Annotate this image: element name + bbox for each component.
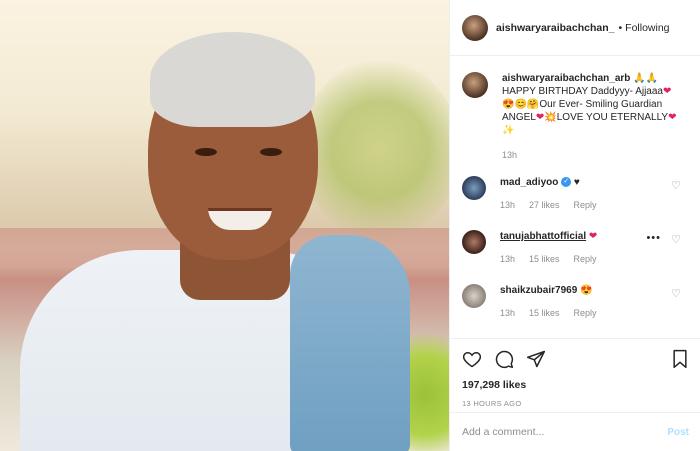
sparkles-emoji: ✨ xyxy=(502,125,515,136)
eye-right xyxy=(260,148,282,156)
avatar[interactable] xyxy=(462,230,486,254)
likes-count[interactable]: 197,298 likes xyxy=(462,379,689,391)
heart-emoji: ❤ xyxy=(668,112,677,123)
like-comment-icon[interactable]: ♡ xyxy=(671,179,681,192)
comment-username[interactable]: tanujabhattofficial xyxy=(500,231,586,242)
comment-input[interactable] xyxy=(462,426,668,438)
comment-likes[interactable]: 15 likes xyxy=(529,253,560,266)
caption-text-4: LOVE YOU ETERNALLY xyxy=(556,112,669,123)
comment: mad_adiyoo ✓ ♥ 13h 27 likes Reply ♡ xyxy=(450,176,700,212)
eye-left xyxy=(195,148,217,156)
avatar[interactable] xyxy=(462,14,488,41)
share-icon[interactable] xyxy=(526,349,546,369)
more-options-icon[interactable]: ••• xyxy=(646,232,661,244)
reply-button[interactable]: Reply xyxy=(574,253,597,266)
caption-text-3: ANGEL xyxy=(502,112,536,123)
folded-hands-emoji: 🙏🙏 xyxy=(633,73,659,84)
avatar[interactable] xyxy=(462,176,486,200)
header-username[interactable]: aishwaryaraibachchan_ xyxy=(496,22,614,34)
post-header: aishwaryaraibachchan_ • Following xyxy=(450,0,700,56)
caption-text: HAPPY BIRTHDAY Daddyyy- Ajjaaa xyxy=(502,86,663,97)
comment-text: ♥ xyxy=(573,177,580,188)
comment-likes[interactable]: 15 likes xyxy=(529,307,560,320)
reply-button[interactable]: Reply xyxy=(574,307,597,320)
comment: tanujabhattofficial ❤ 13h 15 likes Reply •… xyxy=(450,230,700,266)
post-timestamp: 13 HOURS AGO xyxy=(462,399,522,408)
smile-emoji: 😍😊🤗 xyxy=(502,99,540,110)
comment-likes[interactable]: 27 likes xyxy=(529,199,560,212)
verified-icon: ✓ xyxy=(561,177,572,188)
post-actions: 197,298 likes 13 HOURS AGO xyxy=(450,338,700,408)
caption-time: 13h xyxy=(502,150,518,160)
add-comment-bar: Post xyxy=(450,412,700,451)
comment-username[interactable]: mad_adiyoo xyxy=(500,177,558,188)
comment-username[interactable]: shaikzubair7969 xyxy=(500,285,577,296)
background-foliage xyxy=(300,60,449,240)
comments-list[interactable]: aishwaryaraibachchan_arb 🙏🙏 HAPPY BIRTHD… xyxy=(450,57,700,337)
post-button[interactable]: Post xyxy=(667,427,689,438)
like-comment-icon[interactable]: ♡ xyxy=(671,233,681,246)
comment-time: 13h xyxy=(500,308,516,318)
comment-text: 😍 xyxy=(580,285,593,296)
towel xyxy=(290,235,410,451)
heart-emoji: ❤ xyxy=(663,86,672,97)
following-button[interactable]: • Following xyxy=(618,22,669,34)
heart-icon[interactable] xyxy=(462,349,482,369)
reply-button[interactable]: Reply xyxy=(574,199,597,212)
comment-icon[interactable] xyxy=(494,349,514,369)
like-comment-icon[interactable]: ♡ xyxy=(671,287,681,300)
hair xyxy=(150,32,315,127)
comment-time: 13h xyxy=(500,200,516,210)
comment-time: 13h xyxy=(500,254,516,264)
avatar[interactable] xyxy=(462,72,488,98)
sparkle-emoji: 💥 xyxy=(544,112,557,123)
post-sidebar: aishwaryaraibachchan_ • Following aishwar… xyxy=(449,0,700,451)
comment-text: ❤ xyxy=(588,231,598,242)
caption-text-2: Our Ever- Smiling Guardian xyxy=(539,99,663,110)
caption-username[interactable]: aishwaryaraibachchan_arb xyxy=(502,73,630,84)
caption: aishwaryaraibachchan_arb 🙏🙏 HAPPY BIRTHD… xyxy=(450,72,700,162)
comment: shaikzubair7969 😍 13h 15 likes Reply ♡ xyxy=(450,284,700,320)
avatar[interactable] xyxy=(462,284,486,308)
post-photo xyxy=(0,0,449,451)
bookmark-icon[interactable] xyxy=(671,349,689,369)
